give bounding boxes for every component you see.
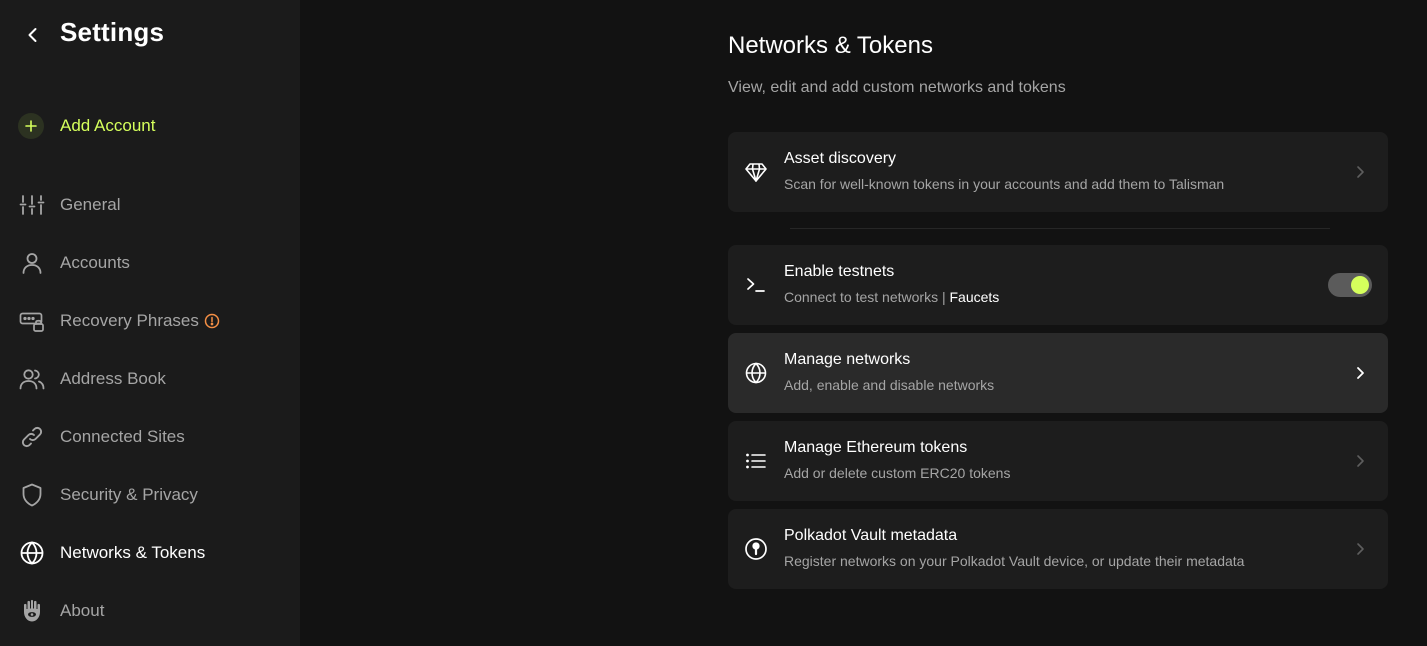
chevron-left-icon — [28, 28, 37, 42]
card-title: Polkadot Vault metadata — [784, 527, 958, 544]
chevron-right-icon — [1350, 451, 1370, 471]
warning-icon — [204, 313, 220, 329]
diamond-icon — [742, 158, 770, 186]
user-icon — [18, 249, 46, 277]
card-description: Add, enable and disable networks — [784, 377, 995, 393]
back-button[interactable] — [20, 22, 46, 48]
page-title: Networks & Tokens — [728, 32, 933, 59]
sidebar-item-label: Address Book — [60, 369, 166, 388]
polkadot-vault-metadata-card[interactable]: Polkadot Vault metadata Register network… — [728, 509, 1388, 589]
manage-ethereum-tokens-card[interactable]: Manage Ethereum tokens Add or delete cus… — [728, 421, 1388, 501]
sidebar-item-general[interactable]: General — [18, 190, 288, 220]
enable-testnets-card: Enable testnets Connect to test networks… — [728, 245, 1388, 325]
link-icon — [18, 423, 46, 451]
sliders-icon — [18, 191, 46, 219]
sidebar-item-label: General — [60, 195, 121, 214]
sidebar-item-label: Connected Sites — [60, 427, 185, 446]
page-subtitle: View, edit and add custom networks and t… — [728, 79, 1066, 96]
chevron-right-icon — [1350, 162, 1370, 182]
globe-icon — [742, 359, 770, 387]
users-icon — [18, 365, 46, 393]
card-description: Add or delete custom ERC20 tokens — [784, 465, 1011, 481]
sidebar-item-label: About — [60, 601, 105, 620]
card-title: Enable testnets — [784, 263, 895, 280]
card-title: Manage networks — [784, 351, 911, 368]
chevron-right-icon — [1350, 539, 1370, 559]
card-description: Register networks on your Polkadot Vault… — [784, 553, 1245, 569]
add-account-label: Add Account — [60, 116, 156, 135]
faucets-link[interactable]: Faucets — [950, 289, 1000, 305]
card-title: Manage Ethereum tokens — [784, 439, 968, 456]
sidebar-item-label: Accounts — [60, 253, 130, 272]
sidebar: Settings Add Account General Accounts Re… — [0, 0, 300, 646]
sidebar-item-address-book[interactable]: Address Book — [18, 364, 288, 394]
sidebar-item-label: Security & Privacy — [60, 485, 198, 504]
polkadot-vault-icon — [742, 535, 770, 563]
list-icon — [742, 447, 770, 475]
card-description: Connect to test networks | Faucets — [784, 289, 999, 305]
manage-networks-card[interactable]: Manage networks Add, enable and disable … — [728, 333, 1388, 413]
testnets-description-text: Connect to test networks — [784, 289, 939, 305]
sidebar-item-accounts[interactable]: Accounts — [18, 248, 288, 278]
shield-icon — [18, 481, 46, 509]
key-lock-icon — [18, 307, 46, 335]
toggle-knob — [1351, 276, 1369, 294]
sidebar-item-security-privacy[interactable]: Security & Privacy — [18, 480, 288, 510]
sidebar-item-connected-sites[interactable]: Connected Sites — [18, 422, 288, 452]
section-divider — [790, 228, 1330, 229]
add-account-button[interactable]: Add Account — [18, 112, 155, 140]
terminal-icon — [742, 271, 770, 299]
sidebar-item-recovery-phrases[interactable]: Recovery Phrases — [18, 306, 288, 336]
sidebar-item-about[interactable]: About — [18, 596, 288, 626]
sidebar-item-label: Networks & Tokens — [60, 543, 206, 562]
plus-icon — [18, 113, 44, 139]
separator: | — [941, 289, 946, 305]
sidebar-title: Settings — [60, 17, 165, 47]
card-title: Asset discovery — [784, 150, 897, 167]
hamsa-hand-icon — [18, 597, 46, 625]
card-description: Scan for well-known tokens in your accou… — [784, 176, 1225, 192]
testnets-toggle[interactable] — [1328, 273, 1372, 297]
sidebar-item-networks-tokens[interactable]: Networks & Tokens — [18, 538, 288, 568]
asset-discovery-card[interactable]: Asset discovery Scan for well-known toke… — [728, 132, 1388, 212]
chevron-right-icon — [1350, 363, 1370, 383]
sidebar-item-label: Recovery Phrases — [60, 311, 199, 330]
globe-icon — [18, 539, 46, 567]
